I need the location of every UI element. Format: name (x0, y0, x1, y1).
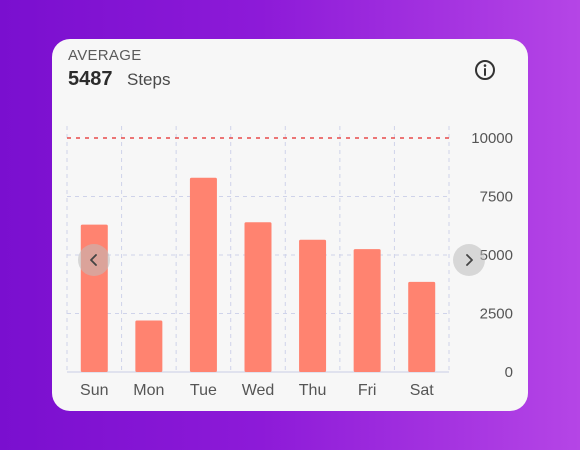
bar-sat (408, 281, 436, 372)
y-tick-label: 10000 (471, 130, 513, 147)
previous-week-button[interactable] (78, 244, 110, 276)
y-tick-label: 2500 (480, 306, 513, 323)
steps-bar-chart: Sun Mon Tue Wed Thu Fri Sat025005000750010000 (66, 126, 513, 399)
y-tick-label: 0 (505, 364, 513, 381)
x-tick-label: Sun (80, 382, 108, 399)
bar-mon (135, 320, 163, 372)
chevron-left-icon (90, 254, 97, 266)
x-tick-label: Fri (358, 382, 377, 399)
x-tick-label: Wed (242, 382, 275, 399)
bar-wed (244, 222, 272, 372)
steps-card: AVERAGE 5487 Steps Sun Mon Tue Wed Thu Fri Sat… (52, 39, 528, 411)
chevron-right-icon (466, 254, 473, 266)
bar-fri (353, 249, 381, 372)
next-week-button[interactable] (453, 244, 485, 276)
x-tick-label: Tue (190, 382, 217, 399)
x-tick-label: Sat (410, 382, 435, 399)
bar-tue (189, 177, 217, 372)
bar-thu (299, 239, 327, 372)
x-tick-label: Mon (133, 382, 164, 399)
x-tick-label: Thu (299, 382, 327, 399)
y-tick-label: 7500 (480, 189, 513, 206)
